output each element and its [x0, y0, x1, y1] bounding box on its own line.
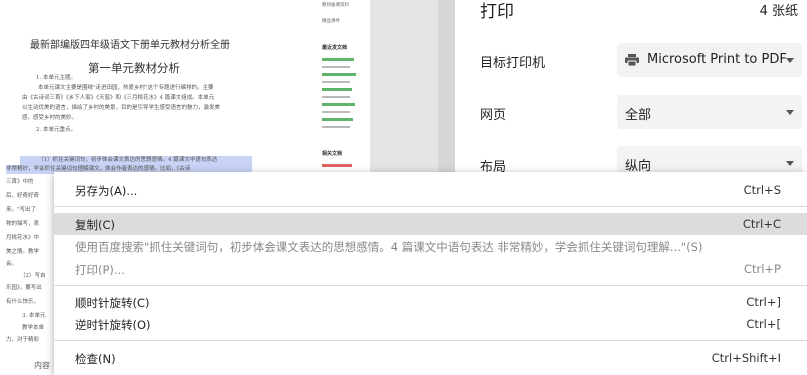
menu-item-shortcut: Ctrl+C — [742, 217, 781, 231]
document-line: 三首》中的 — [6, 179, 34, 185]
side-meta — [322, 81, 350, 83]
document-line: 由《古诗词三首》《乡下人家》《天窗》和《三月桃花水》4 篇课文组成。本单元 — [22, 95, 215, 101]
document-line: 1. 本单元主题。 — [36, 75, 76, 81]
side-meta — [322, 126, 350, 128]
document-line: 以生动优美的语言，描绘了乡村的美景，目的是引导学生感受语言的魅力，激发美 — [22, 105, 221, 111]
menu-item-shortcut: Ctrl+[ — [746, 317, 781, 331]
document-line: 有什么快乐， — [6, 299, 40, 305]
chevron-down-icon — [786, 161, 794, 166]
document-line: 月桃花水》中 — [6, 235, 40, 241]
pages-label: 网页 — [480, 108, 507, 123]
destination-label: 目标打印机 — [480, 56, 546, 71]
document-line: 物的描写，表 — [6, 221, 40, 227]
document-line: 后，好奇好奇 — [6, 193, 40, 199]
side-heading: 最近发文档 — [322, 45, 348, 51]
document-line: （2）写自 — [20, 273, 46, 279]
document-line: 来。"写出了 — [6, 207, 37, 213]
side-link — [322, 73, 356, 76]
side-link — [322, 118, 353, 121]
menu-item-copy[interactable]: 复制(C) Ctrl+C — [54, 213, 807, 235]
menu-separator — [54, 285, 807, 286]
menu-item-rotate-clockwise[interactable]: 顺时针旋转(C) Ctrl+] — [54, 291, 807, 313]
document-line: 感，感受乡村的美妙。 — [22, 115, 78, 121]
side-link — [322, 88, 352, 91]
document-line: 教学本单 — [22, 325, 45, 331]
menu-item-shortcut: Ctrl+P — [743, 262, 781, 276]
menu-item-inspect[interactable]: 检查(N) Ctrl+Shift+I — [54, 347, 807, 369]
destination-select[interactable]: Microsoft Print to PDF — [617, 43, 802, 77]
menu-item-shortcut: Ctrl+] — [746, 295, 781, 309]
menu-item-label: 复制(C) — [75, 218, 116, 232]
chevron-down-icon — [786, 58, 794, 63]
menu-item-label: 逆时针旋转(O) — [75, 318, 151, 332]
sheet-count: 4 张纸 — [759, 4, 798, 19]
side-link — [322, 103, 355, 106]
document-line: （1）抓住关键词句，初步体会课文表达的思想感情。4 篇课文中语句表达 — [38, 157, 218, 163]
menu-separator — [54, 340, 807, 341]
menu-item-shortcut: Ctrl+Shift+I — [711, 351, 781, 365]
side-meta — [322, 111, 350, 113]
pages-select[interactable]: 全部 — [617, 95, 802, 129]
side-heading: 精品课件 — [322, 19, 340, 24]
document-title: 最新部编版四年级语文下册单元教材分析全册 — [30, 40, 230, 51]
side-link — [322, 58, 354, 61]
menu-item-label: 打印(P)... — [75, 263, 125, 277]
menu-item-print[interactable]: 打印(P)... Ctrl+P — [54, 258, 807, 280]
menu-item-label: 使用百度搜索"抓住关键词句，初步体会课文表达的思想感情。4 篇课文中语句表达 非… — [75, 240, 703, 254]
context-menu: 另存为(A)... Ctrl+S 复制(C) Ctrl+C 使用百度搜索"抓住关… — [54, 172, 807, 375]
side-heading: 教师备课资料 — [322, 3, 349, 8]
side-link — [322, 164, 352, 167]
menu-separator — [54, 206, 807, 207]
document-line: 乐园》，要写出 — [6, 285, 42, 291]
destination-value: Microsoft Print to PDF — [647, 52, 787, 67]
menu-item-rotate-counterclockwise[interactable]: 逆时针旋转(O) Ctrl+[ — [54, 313, 807, 335]
menu-item-label: 顺时针旋转(C) — [75, 296, 150, 310]
document-line: 会。 — [6, 261, 18, 267]
menu-item-save-as[interactable]: 另存为(A)... Ctrl+S — [54, 179, 807, 201]
pages-value: 全部 — [625, 108, 652, 123]
document-line: 美之情。教学 — [6, 249, 40, 255]
document-footer-text: 内容 — [34, 361, 50, 370]
document-subtitle: 第一单元教材分析 — [88, 61, 180, 75]
menu-item-label: 检查(N) — [75, 352, 116, 366]
side-heading: 相关文档 — [322, 151, 343, 157]
document-line: 本单元课文主要是围绕"走进田园，热爱乡村"这个专题进行编排的。主要 — [38, 85, 214, 91]
print-title: 打印 — [480, 2, 514, 22]
menu-item-label: 另存为(A)... — [75, 184, 138, 198]
printer-icon — [625, 54, 639, 66]
menu-item-baidu-search[interactable]: 使用百度搜索"抓住关键词句，初步体会课文表达的思想感情。4 篇课文中语句表达 非… — [54, 235, 807, 257]
document-line: 2. 本单元重点。 — [36, 127, 76, 133]
menu-item-shortcut: Ctrl+S — [743, 183, 781, 197]
side-meta — [322, 96, 350, 98]
document-line: 力，对于精彩 — [6, 337, 40, 343]
side-meta — [322, 66, 350, 68]
document-line: 3. 本单元 — [22, 313, 46, 319]
chevron-down-icon — [786, 110, 794, 115]
